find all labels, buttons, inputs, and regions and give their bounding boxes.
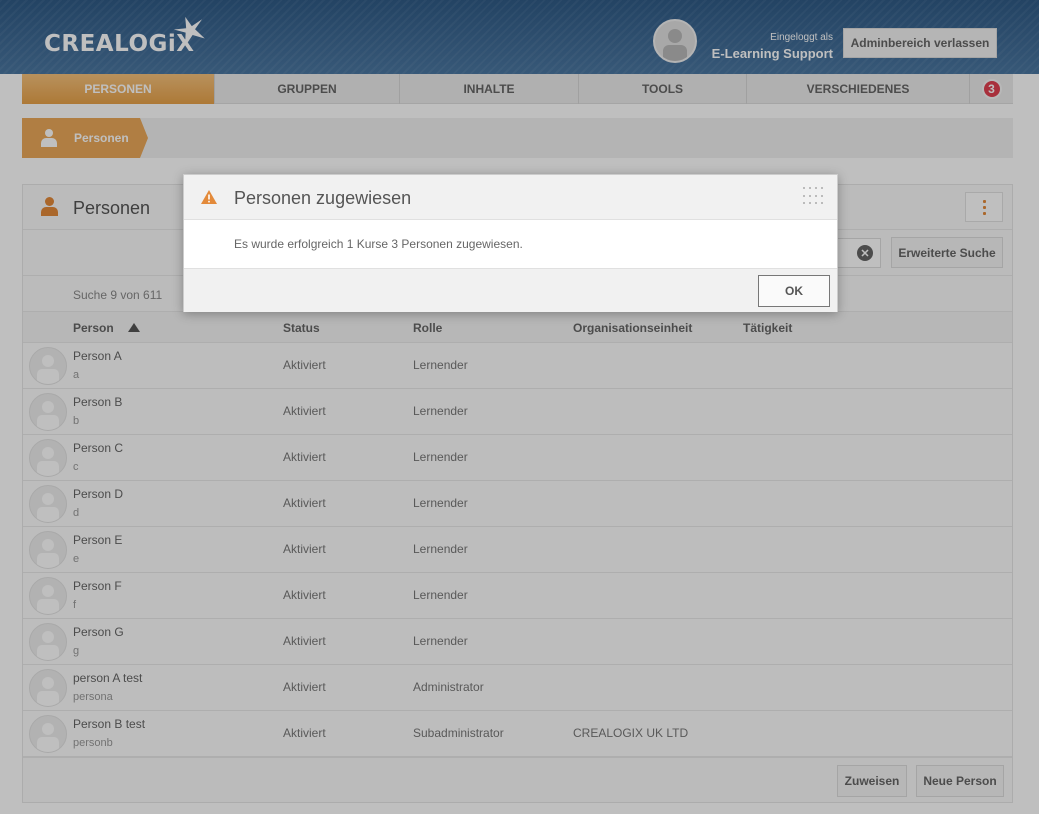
- ok-button[interactable]: OK: [758, 275, 830, 307]
- persons-assigned-dialog: Personen zugewiesen Es wurde erfolgreich…: [183, 174, 838, 312]
- dialog-header[interactable]: Personen zugewiesen: [184, 175, 837, 220]
- dialog-message: Es wurde erfolgreich 1 Kurse 3 Personen …: [234, 237, 523, 251]
- warning-icon: [201, 190, 217, 204]
- dialog-footer: OK: [184, 268, 837, 312]
- dialog-body: Es wurde erfolgreich 1 Kurse 3 Personen …: [184, 220, 837, 268]
- drag-handle-icon[interactable]: [803, 187, 825, 207]
- dialog-title: Personen zugewiesen: [234, 188, 412, 208]
- modal-backdrop[interactable]: [0, 0, 1039, 814]
